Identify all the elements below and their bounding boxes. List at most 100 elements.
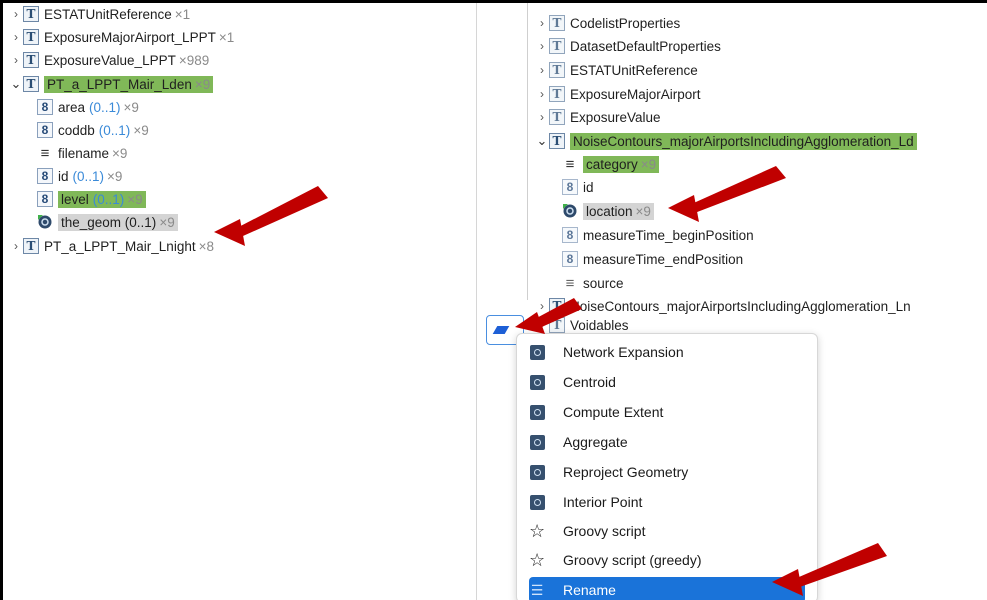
tree-item-area[interactable]: 8 area (0..1) ×9 — [37, 96, 139, 118]
menu-item-label: Interior Point — [563, 494, 643, 510]
instance-count: ×9 — [640, 156, 657, 172]
type-icon: T — [549, 38, 565, 54]
tree-item-exposure-major-airport[interactable]: › T ExposureMajorAirport — [535, 83, 701, 105]
tree-item-dataset-default-properties[interactable]: › T DatasetDefaultProperties — [535, 35, 721, 57]
tree-item-exposure-value[interactable]: › T ExposureValue — [535, 106, 661, 128]
tree-item-codelist-properties[interactable]: › T CodelistProperties — [535, 12, 680, 34]
chevron-right-icon[interactable]: › — [535, 110, 549, 124]
type-icon: T — [549, 298, 565, 314]
menu-item-groovy-script-greedy[interactable]: ☆ Groovy script (greedy) — [529, 547, 805, 573]
chevron-right-icon[interactable]: › — [535, 63, 549, 77]
menu-item-label: Centroid — [563, 374, 616, 390]
number-type-icon: 8 — [37, 168, 53, 184]
menu-item-label: Rename — [563, 582, 616, 598]
tree-item-label: DatasetDefaultProperties — [570, 38, 721, 54]
chevron-right-icon[interactable]: › — [9, 30, 23, 44]
chevron-right-icon[interactable]: › — [535, 299, 549, 313]
tree-item-label: PT_a_LPPT_Mair_Lnight — [44, 238, 196, 254]
tree-item-level[interactable]: 8 level (0..1) ×9 — [37, 188, 146, 210]
type-icon: T — [549, 86, 565, 102]
instance-count: ×8 — [198, 238, 214, 254]
tree-item-label: ESTATUnitReference — [44, 6, 172, 22]
tree-item-label: ExposureValue_LPPT — [44, 52, 176, 68]
chevron-down-icon[interactable]: ⌄ — [535, 133, 549, 149]
tree-item-label: CodelistProperties — [570, 15, 681, 31]
number-type-icon: 8 — [562, 227, 578, 243]
chevron-down-icon[interactable]: ⌄ — [9, 76, 23, 92]
instance-count: ×9 — [127, 191, 143, 207]
number-type-icon: 8 — [37, 99, 53, 115]
menu-item-centroid[interactable]: Centroid — [529, 369, 805, 395]
source-schema-pane: › T ESTATUnitReference ×1 › T ExposureMa… — [3, 3, 477, 600]
tree-item-label: the_geom (0..1) — [61, 214, 157, 230]
tree-item-source[interactable]: ≡ source — [562, 272, 624, 294]
menu-item-reproject-geometry[interactable]: Reproject Geometry — [529, 459, 805, 485]
menu-item-aggregate[interactable]: Aggregate — [529, 429, 805, 455]
type-icon: T — [549, 133, 565, 149]
instance-count: ×1 — [218, 29, 235, 45]
tree-item-measure-time-begin[interactable]: 8 measureTime_beginPosition — [562, 224, 754, 246]
menu-item-compute-extent[interactable]: Compute Extent — [529, 399, 805, 425]
chevron-right-icon[interactable]: › — [535, 39, 549, 53]
instance-count: ×9 — [107, 168, 123, 184]
tree-item-estat-unit-reference[interactable]: › T ESTATUnitReference — [535, 59, 698, 81]
tree-item-coddb[interactable]: 8 coddb (0..1) ×9 — [37, 119, 149, 141]
menu-item-network-expansion[interactable]: Network Expansion — [529, 339, 805, 365]
arrow-icon — [492, 326, 510, 334]
chevron-right-icon[interactable]: › — [9, 239, 23, 253]
instance-count: ×1 — [174, 6, 191, 22]
chevron-right-icon[interactable]: › — [9, 7, 23, 21]
function-icon — [529, 404, 545, 420]
tree-item-id[interactable]: 8 id (0..1) ×9 — [37, 165, 122, 187]
tree-item-location[interactable]: location ×9 — [562, 200, 654, 222]
tree-item-id[interactable]: 8 id — [562, 176, 594, 198]
chevron-right-icon[interactable]: › — [535, 16, 549, 30]
menu-item-rename[interactable]: ☰ Rename — [529, 577, 805, 600]
instance-count: ×9 — [112, 145, 128, 161]
number-type-icon: 8 — [37, 122, 53, 138]
instance-count: ×9 — [194, 76, 211, 92]
type-icon: T — [23, 238, 39, 254]
star-icon: ☆ — [528, 520, 546, 541]
tree-item-voidables[interactable]: › T Voidables — [535, 317, 629, 333]
tree-item-estat-unit-reference[interactable]: › T ESTATUnitReference ×1 — [9, 3, 190, 25]
tree-item-exposure-value-lppt[interactable]: › T ExposureValue_LPPT ×989 — [9, 49, 209, 71]
menu-item-label: Groovy script — [563, 523, 646, 539]
cardinality: (0..1) — [98, 122, 131, 138]
tree-item-pt-a-lppt-mair-lnight[interactable]: › T PT_a_LPPT_Mair_Lnight ×8 — [9, 235, 214, 257]
type-icon: T — [23, 52, 39, 68]
function-icon — [529, 464, 545, 480]
geometry-icon — [37, 214, 53, 230]
chevron-right-icon[interactable]: › — [9, 53, 23, 67]
tree-item-label: filename — [58, 145, 110, 161]
tree-item-label: area — [58, 99, 86, 115]
tree-item-pt-a-lppt-mair-lden[interactable]: ⌄ T PT_a_LPPT_Mair_Lden ×9 — [9, 73, 214, 95]
menu-item-groovy-script[interactable]: ☆ Groovy script — [529, 518, 805, 544]
chevron-right-icon[interactable]: › — [535, 87, 549, 101]
tree-item-label: id — [583, 179, 594, 195]
geometry-icon — [562, 203, 578, 219]
tree-item-measure-time-end[interactable]: 8 measureTime_endPosition — [562, 248, 743, 270]
chevron-right-icon[interactable]: › — [535, 318, 549, 332]
menu-item-interior-point[interactable]: Interior Point — [529, 489, 805, 515]
tree-item-the-geom[interactable]: the_geom (0..1) ×9 — [37, 211, 178, 233]
tree-item-filename[interactable]: ≡ filename ×9 — [37, 142, 128, 164]
tree-item-label: measureTime_beginPosition — [583, 227, 754, 243]
number-type-icon: 8 — [562, 251, 578, 267]
cardinality: (0..1) — [92, 191, 125, 207]
tree-item-label: NoiseContours_majorAirportsIncludingAggl… — [573, 133, 914, 149]
tree-item-noise-contours-ln[interactable]: › T NoiseContours_majorAirportsIncluding… — [535, 295, 911, 317]
tree-item-label: location — [586, 203, 633, 219]
instance-count: ×9 — [133, 122, 149, 138]
tree-item-label: level — [61, 191, 89, 207]
menu-item-label: Compute Extent — [563, 404, 664, 420]
function-context-menu: Network Expansion Centroid Compute Exten… — [516, 333, 818, 600]
tree-item-category[interactable]: ≡ category ×9 — [562, 153, 660, 175]
tree-item-exposure-major-airport-lppt[interactable]: › T ExposureMajorAirport_LPPT ×1 — [9, 26, 234, 48]
function-icon — [529, 494, 545, 510]
function-icon — [529, 374, 545, 390]
tree-item-noise-contours-lden[interactable]: ⌄ T NoiseContours_majorAirportsIncluding… — [535, 130, 917, 152]
menu-item-label: Aggregate — [563, 434, 628, 450]
selected-highlight: the_geom (0..1) ×9 — [58, 213, 178, 231]
string-type-icon: ≡ — [565, 155, 575, 173]
